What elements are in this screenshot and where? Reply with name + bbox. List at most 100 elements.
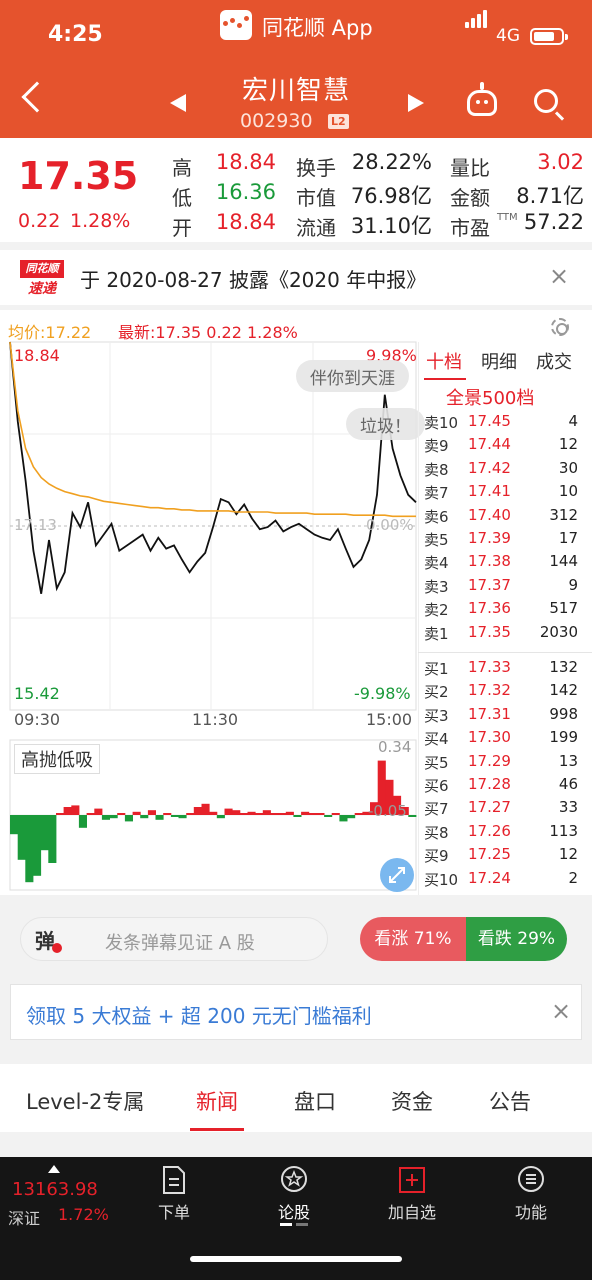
level-volume: 517: [549, 599, 578, 618]
level-price: 17.36: [468, 599, 511, 618]
level-price: 17.32: [468, 681, 511, 700]
ask-row[interactable]: 卖7 17.41 10: [424, 480, 580, 503]
level-label: 卖9: [424, 437, 449, 456]
tab-announcements[interactable]: 公告: [489, 1086, 531, 1116]
level-volume: 12: [558, 435, 578, 454]
bid-row[interactable]: 买9 17.25 12: [424, 843, 580, 866]
high-label: 高: [172, 156, 192, 180]
tab-funds[interactable]: 资金: [391, 1086, 433, 1116]
news-badge: 同花顺 速递: [20, 260, 64, 297]
index-value[interactable]: 13163.98: [12, 1179, 98, 1200]
level-label: 卖5: [424, 531, 449, 549]
level-price: 17.30: [468, 728, 511, 747]
level-label: 卖8: [424, 460, 449, 479]
bid-row[interactable]: 买6 17.28 46: [424, 773, 580, 796]
intraday-chart[interactable]: [0, 310, 420, 895]
tab-trades[interactable]: 成交: [536, 348, 572, 374]
indicator-bar: [408, 815, 417, 817]
level-label: 买3: [424, 706, 449, 725]
back-button[interactable]: [21, 81, 53, 113]
indicator-bar: [186, 813, 195, 815]
vote-up-button[interactable]: 看涨 71%: [360, 917, 466, 961]
ask-row[interactable]: 卖2 17.36 517: [424, 597, 580, 620]
indicator-bar: [354, 813, 363, 815]
bid-row[interactable]: 买3 17.31 998: [424, 703, 580, 726]
ask-row[interactable]: 卖10 17.45 4: [424, 410, 580, 433]
indicator-bar: [94, 808, 103, 815]
level-price: 17.28: [468, 775, 511, 793]
level-label: 买4: [424, 730, 449, 749]
ask-row[interactable]: 卖3 17.37 9: [424, 574, 580, 597]
ask-row[interactable]: 卖9 17.44 12: [424, 433, 580, 456]
axis-mid-pct: 0.00%: [366, 516, 414, 534]
indicator-bar: [71, 805, 80, 815]
level-label: 买5: [424, 753, 449, 772]
robot-icon[interactable]: [467, 82, 497, 116]
ask-row[interactable]: 卖4 17.38 144: [424, 550, 580, 573]
full-depth-link[interactable]: 全景500档: [446, 384, 534, 410]
level-volume: 4: [568, 412, 578, 430]
indicator-bar: [224, 808, 233, 815]
level-label: 卖4: [424, 554, 449, 573]
indicator-bar: [301, 811, 310, 815]
price-change-pct: 1.28%: [70, 210, 131, 232]
document-icon: [163, 1166, 185, 1194]
home-indicator[interactable]: [190, 1256, 402, 1262]
index-pct: 1.72%: [58, 1205, 109, 1224]
ask-row[interactable]: 卖6 17.40 312: [424, 504, 580, 527]
vote-down-button[interactable]: 看跌 29%: [466, 917, 567, 961]
next-stock-button[interactable]: [408, 94, 424, 112]
prev-stock-button[interactable]: [170, 94, 186, 112]
search-icon[interactable]: [534, 89, 558, 113]
ask-row[interactable]: 卖8 17.42 30: [424, 457, 580, 480]
level-price: 17.29: [468, 751, 511, 770]
news-close-icon[interactable]: ×: [549, 262, 569, 290]
level-volume: 10: [558, 482, 578, 501]
bid-row[interactable]: 买4 17.30 199: [424, 726, 580, 749]
order-book-divider: [418, 652, 592, 653]
tab-ten-levels[interactable]: 十档: [426, 348, 462, 374]
promo-banner[interactable]: 领取 5 大权益 + 超 200 元无门槛福利 ×: [10, 984, 582, 1040]
bid-row[interactable]: 买5 17.29 13: [424, 750, 580, 773]
amount-label: 金额: [450, 186, 490, 210]
level-label: 卖6: [424, 507, 449, 526]
level-volume: 12: [558, 845, 578, 864]
menu-circle-icon: [518, 1166, 544, 1192]
indicator-bar: [56, 813, 65, 815]
bid-row[interactable]: 买10 17.24 2: [424, 867, 580, 890]
level-volume: 2: [568, 868, 578, 887]
promo-text[interactable]: 领取 5 大权益 + 超 200 元无门槛福利: [26, 1000, 372, 1029]
danmaku-bubble: 垃圾！: [346, 408, 425, 440]
tab-news[interactable]: 新闻: [196, 1086, 238, 1116]
bid-row[interactable]: 买8 17.26 113: [424, 820, 580, 843]
tab-level2[interactable]: Level-2专属: [26, 1086, 144, 1116]
bid-row[interactable]: 买1 17.33 132: [424, 656, 580, 679]
network-type: 4G: [496, 26, 520, 46]
indicator-bar: [347, 815, 356, 819]
ask-row[interactable]: 卖5 17.39 17: [424, 527, 580, 550]
promo-close-icon[interactable]: ×: [551, 997, 571, 1025]
expand-icon[interactable]: [380, 858, 414, 892]
news-badge-top: 同花顺: [20, 260, 64, 278]
level-volume: 142: [549, 681, 578, 700]
gear-icon[interactable]: [551, 318, 569, 336]
level-price: 17.40: [468, 505, 511, 524]
news-banner[interactable]: 同花顺 速递 于 2020-08-27 披露《2020 年中报》 ×: [0, 250, 592, 305]
stock-name: 宏川智慧: [241, 76, 350, 106]
indicator-bar: [117, 813, 126, 815]
indicator-name[interactable]: 高抛低吸: [14, 744, 100, 774]
bid-row[interactable]: 买7 17.27 33: [424, 796, 580, 819]
barrage-input[interactable]: 弹 发条弹幕见证 A 股: [20, 917, 328, 961]
ask-row[interactable]: 卖1 17.35 2030: [424, 621, 580, 644]
quote-panel: 17.35 0.22 1.28% 高 18.84 低 16.36 开 18.84…: [0, 138, 592, 242]
tab-orderbook[interactable]: 盘口: [294, 1086, 336, 1116]
news-text[interactable]: 于 2020-08-27 披露《2020 年中报》: [80, 264, 426, 293]
indicator-bar: [339, 815, 348, 822]
barrage-placeholder: 发条弹幕见证 A 股: [105, 933, 255, 954]
level-volume: 312: [549, 505, 578, 524]
level-price: 17.39: [468, 529, 511, 547]
tab-details[interactable]: 明细: [481, 348, 517, 374]
indicator-bar: [278, 813, 287, 815]
level-label: 买8: [424, 823, 449, 842]
bid-row[interactable]: 买2 17.32 142: [424, 679, 580, 702]
